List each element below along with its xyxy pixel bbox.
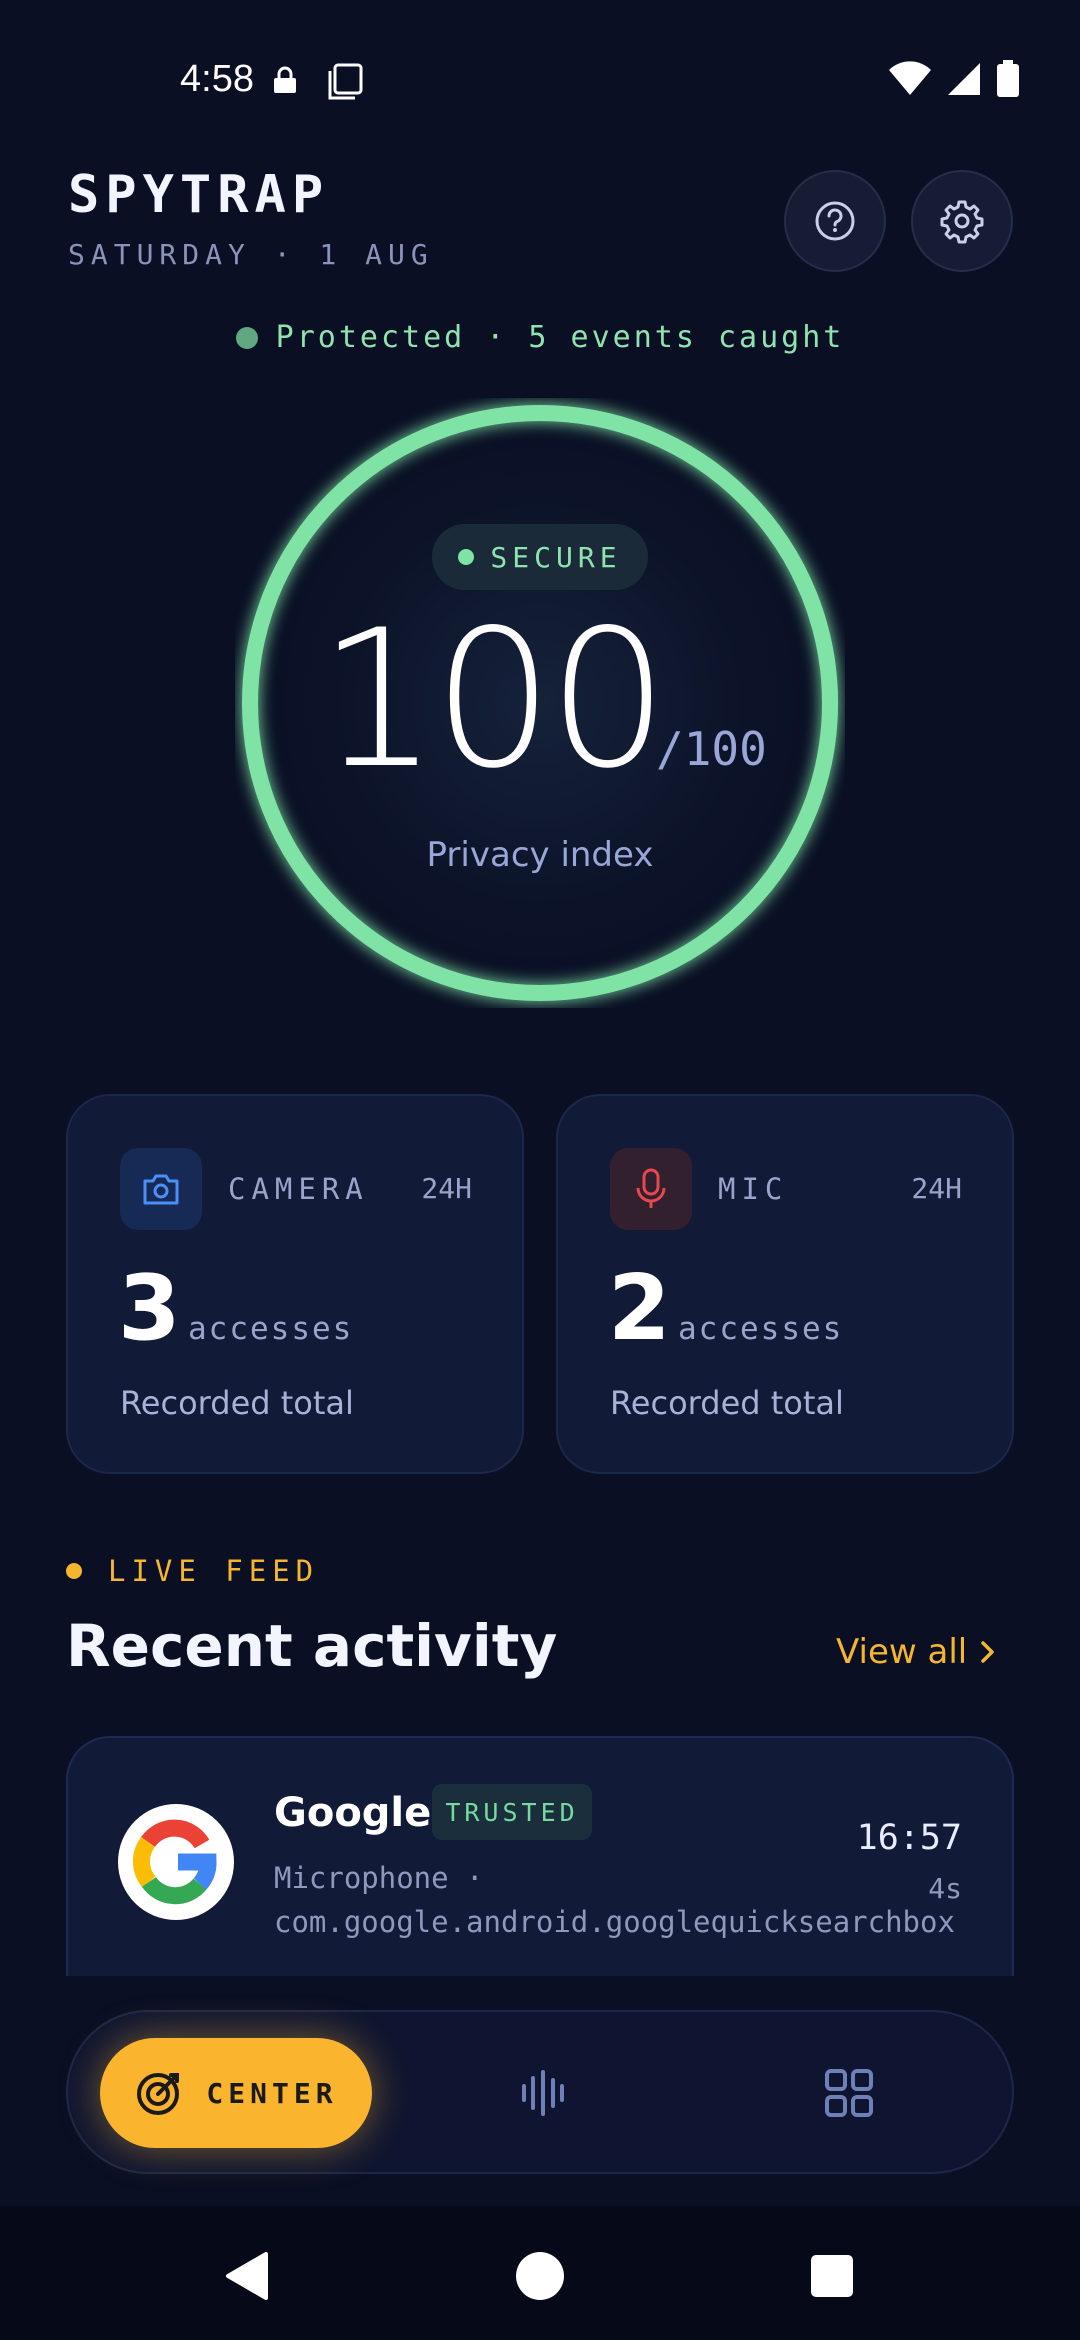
google-logo [118, 1804, 234, 1920]
audio-wave-icon[interactable] [516, 2066, 570, 2120]
secure-badge: SECURE [432, 524, 648, 590]
status-bar: 4:58 [0, 0, 1080, 160]
live-feed-label: LIVE FEED [108, 1554, 320, 1588]
privacy-score: 100 [318, 589, 669, 810]
recent-activity-title: Recent activity [66, 1612, 558, 1680]
camera-count: 3 [118, 1256, 181, 1361]
camera-icon [143, 1174, 179, 1205]
status-time: 4:58 [180, 58, 254, 100]
camera-icon-tile [120, 1148, 202, 1230]
home-icon[interactable] [514, 2250, 566, 2302]
status-dot [235, 327, 258, 349]
mic-period: 24H [911, 1172, 962, 1205]
mic-unit: accesses [678, 1311, 844, 1347]
chevron-right-icon [981, 1641, 994, 1663]
secure-dot [458, 549, 475, 565]
live-dot [66, 1563, 82, 1579]
nav-center-button[interactable]: CENTER [100, 2038, 372, 2148]
mic-icon-tile [610, 1148, 692, 1230]
wifi-icon [889, 61, 931, 95]
activity-description: Microphone · com.google.android.googlequ… [274, 1861, 955, 1939]
privacy-score-max: /100 [656, 722, 767, 776]
bottom-nav: CENTER [66, 2010, 1014, 2174]
trusted-badge: TRUSTED [432, 1784, 592, 1840]
mic-count: 2 [608, 1256, 671, 1361]
mic-footer: Recorded total [610, 1384, 844, 1422]
view-all-label: View all [836, 1632, 968, 1672]
camera-label: CAMERA [228, 1172, 369, 1206]
mic-stat-card[interactable]: MIC 24H 2 accesses Recorded total [556, 1094, 1014, 1474]
system-nav-bar [0, 2206, 1080, 2340]
recents-icon[interactable] [808, 2250, 856, 2302]
screenshot-icon [328, 63, 363, 100]
camera-stat-card[interactable]: CAMERA 24H 3 accesses Recorded total [66, 1094, 524, 1474]
help-button[interactable] [784, 170, 886, 272]
grid-icon[interactable] [822, 2066, 876, 2120]
mic-label: MIC [718, 1172, 789, 1206]
signal-icon [948, 63, 980, 95]
app-title: SPYTRAP [68, 165, 330, 225]
activity-time: 16:57 [856, 1818, 962, 1858]
secure-badge-text: SECURE [490, 540, 622, 574]
help-icon [815, 201, 855, 241]
protection-status-text: Protected · 5 events caught [275, 320, 845, 355]
nav-center-label: CENTER [206, 2076, 338, 2110]
gear-icon [940, 200, 984, 244]
settings-button[interactable] [911, 170, 1013, 272]
date-label: SATURDAY · 1 AUG [68, 238, 434, 271]
status-icons [888, 60, 1020, 98]
back-icon[interactable] [222, 2250, 270, 2302]
activity-item[interactable]: Google TRUSTED Microphone · com.google.a… [66, 1736, 1014, 1976]
view-all-link[interactable]: View all [836, 1632, 999, 1672]
camera-unit: accesses [188, 1311, 354, 1347]
lock-icon [274, 66, 296, 93]
camera-footer: Recorded total [120, 1384, 354, 1422]
target-icon [137, 2073, 180, 2115]
protection-status: Protected · 5 events caught [0, 320, 1080, 355]
privacy-index-label: Privacy index [426, 835, 654, 875]
activity-duration: 4s [928, 1872, 962, 1905]
activity-app-name: Google [274, 1790, 432, 1836]
battery-icon [997, 60, 1019, 97]
camera-period: 24H [421, 1172, 472, 1205]
microphone-icon [636, 1168, 666, 1208]
